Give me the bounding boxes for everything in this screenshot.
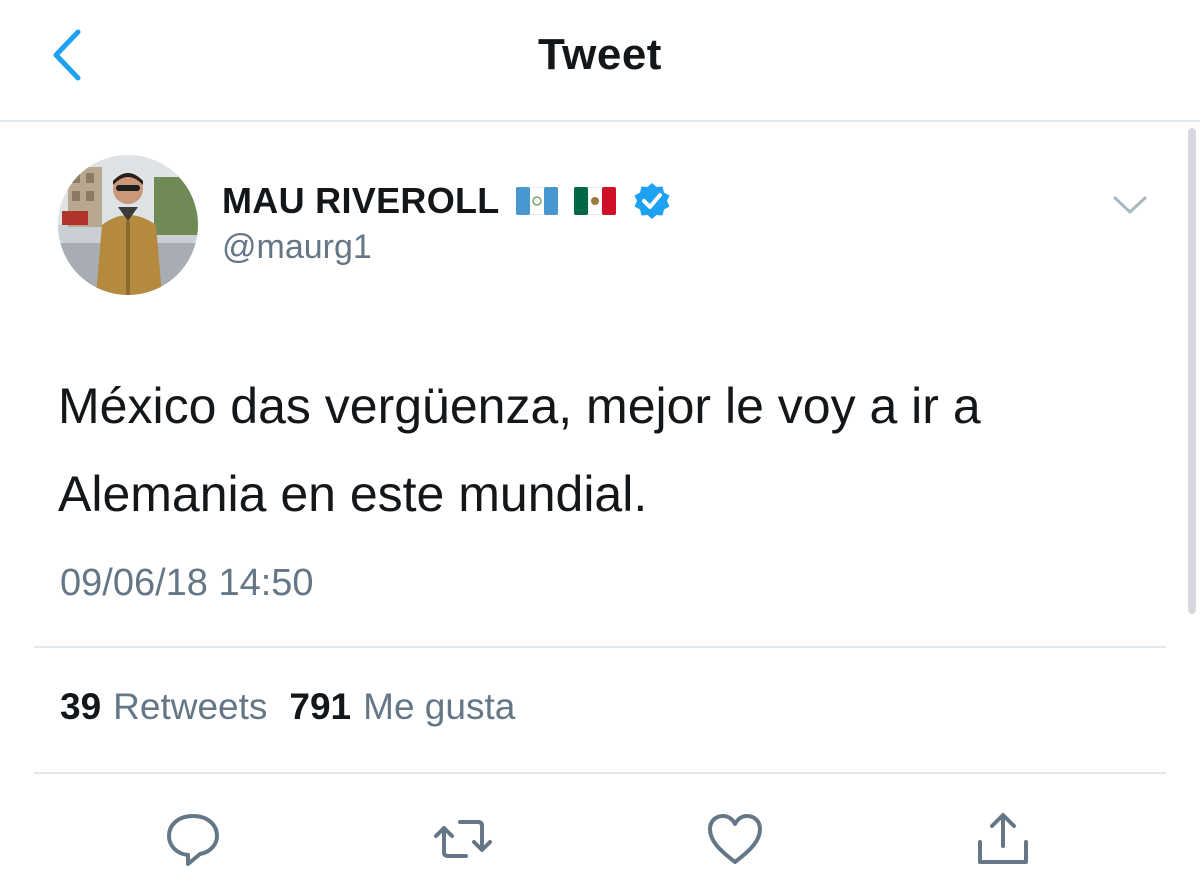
verified-badge-icon [634,183,670,219]
like-button[interactable] [704,808,766,870]
page-title: Tweet [538,30,662,79]
tweet-text: México das vergüenza, mejor le voy a ir … [58,378,981,522]
author-name-row: MAU RIVEROLL [222,176,672,226]
retweet-icon [434,820,492,858]
guatemala-flag-icon [515,187,558,215]
tweet-timestamp: 09/06/18 14:50 [60,562,314,604]
share-icon [978,813,1028,864]
retweets-label: Retweets [113,686,268,727]
retweets-stat[interactable]: 39 Retweets [60,686,267,728]
reply-button[interactable] [162,808,224,870]
author-name[interactable]: MAU RIVEROLL [222,180,500,222]
author-handle[interactable]: @maurg1 [222,228,372,267]
likes-stat[interactable]: 791 Me gusta [289,686,515,728]
retweets-count: 39 [60,686,102,727]
chevron-down-icon [1113,196,1147,214]
more-options-button[interactable] [1110,190,1150,220]
like-icon [708,814,762,864]
navigation-bar: Tweet [0,0,1200,122]
likes-count: 791 [289,686,352,727]
avatar[interactable] [58,155,198,295]
share-button[interactable] [972,808,1034,870]
reply-icon [167,814,219,866]
mexico-flag-icon [573,187,616,215]
retweet-button[interactable] [432,808,494,870]
divider [34,646,1166,648]
divider [34,772,1166,774]
tweet-stats: 39 Retweets 791 Me gusta [60,686,515,728]
scrollbar[interactable] [1188,128,1196,614]
likes-label: Me gusta [363,686,516,727]
